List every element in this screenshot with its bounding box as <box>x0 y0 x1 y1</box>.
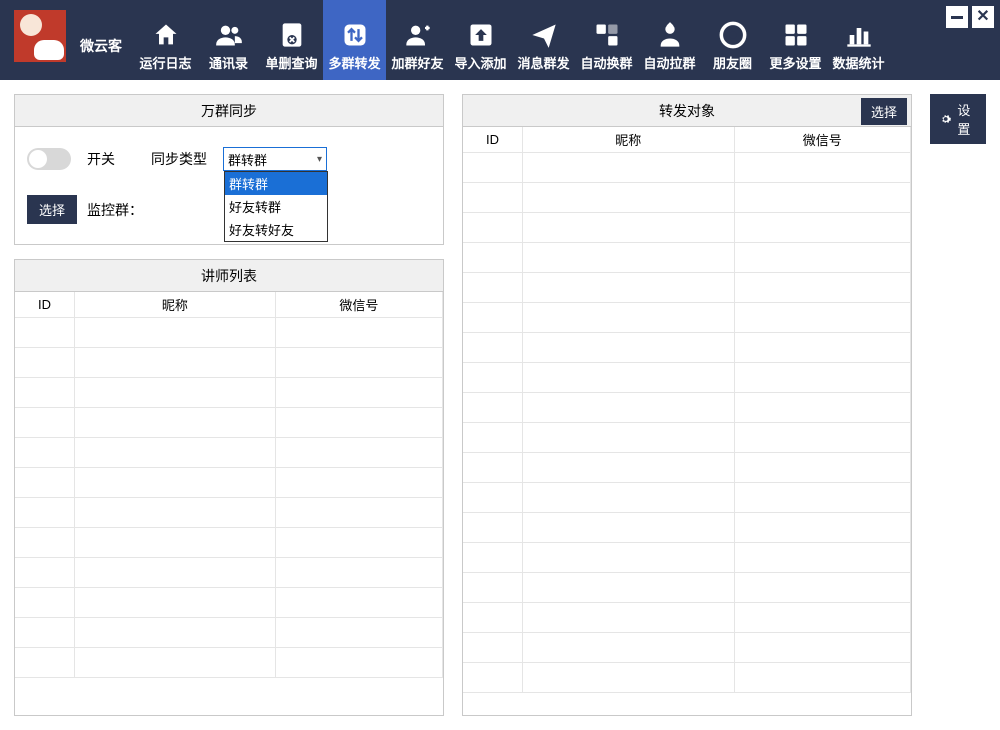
table-row[interactable] <box>463 333 911 363</box>
more-icon <box>782 21 810 49</box>
table-row[interactable] <box>15 618 443 648</box>
table-row[interactable] <box>15 318 443 348</box>
table-row[interactable] <box>463 573 911 603</box>
table-row[interactable] <box>15 408 443 438</box>
doc-x-icon <box>278 21 306 49</box>
table-row[interactable] <box>15 468 443 498</box>
contacts-icon <box>215 21 243 49</box>
table-row[interactable] <box>15 528 443 558</box>
nav-import-add[interactable]: 导入添加 <box>449 0 512 80</box>
add-friend-icon <box>404 21 432 49</box>
table-row[interactable] <box>15 648 443 678</box>
table-row[interactable] <box>463 273 911 303</box>
stats-icon <box>845 21 873 49</box>
table-row[interactable] <box>463 513 911 543</box>
monitor-select-button[interactable]: 选择 <box>27 195 77 224</box>
table-row[interactable] <box>15 378 443 408</box>
table-row[interactable] <box>463 543 911 573</box>
table-row[interactable] <box>463 243 911 273</box>
lecturer-panel-title: 讲师列表 <box>15 260 443 292</box>
monitor-group-label: 监控群： <box>87 200 143 220</box>
table-row[interactable] <box>463 393 911 423</box>
forward-col-id[interactable]: ID <box>463 127 523 152</box>
nav-run-log[interactable]: 运行日志 <box>134 0 197 80</box>
table-row[interactable] <box>463 423 911 453</box>
table-row[interactable] <box>463 483 911 513</box>
sync-type-option-0[interactable]: 群转群 <box>225 172 327 195</box>
main-body: 万群同步 开关 同步类型 群转群 ▾ 群转群 好友转群 好友转好友 <box>0 80 1000 730</box>
table-row[interactable] <box>15 558 443 588</box>
window-controls: ✕ <box>946 6 994 28</box>
sync-panel: 万群同步 开关 同步类型 群转群 ▾ 群转群 好友转群 好友转好友 <box>14 94 444 245</box>
table-row[interactable] <box>15 348 443 378</box>
gear-icon <box>940 111 951 127</box>
swap-icon <box>593 21 621 49</box>
forward-table-body <box>463 153 911 715</box>
moments-icon <box>719 21 747 49</box>
nav-auto-pull-group[interactable]: 自动拉群 <box>638 0 701 80</box>
nav-multi-forward[interactable]: 多群转发 <box>323 0 386 80</box>
home-icon <box>152 21 180 49</box>
nav-data-stats[interactable]: 数据统计 <box>827 0 890 80</box>
nav-msg-broadcast[interactable]: 消息群发 <box>512 0 575 80</box>
forward-col-wx[interactable]: 微信号 <box>735 127 911 152</box>
lecturer-col-nick[interactable]: 昵称 <box>75 292 276 317</box>
table-row[interactable] <box>463 183 911 213</box>
sync-type-select[interactable]: 群转群 ▾ <box>223 147 327 171</box>
lecturer-panel: 讲师列表 ID 昵称 微信号 <box>14 259 444 716</box>
table-row[interactable] <box>463 363 911 393</box>
forward-col-nick[interactable]: 昵称 <box>523 127 735 152</box>
nav-contacts[interactable]: 通讯录 <box>197 0 260 80</box>
multi-forward-icon <box>341 21 369 49</box>
sync-toggle[interactable] <box>27 148 71 170</box>
table-row[interactable] <box>15 588 443 618</box>
table-row[interactable] <box>463 603 911 633</box>
sync-type-option-1[interactable]: 好友转群 <box>225 195 327 218</box>
switch-label: 开关 <box>87 149 115 169</box>
table-row[interactable] <box>463 633 911 663</box>
lecturer-table: ID 昵称 微信号 <box>15 292 443 715</box>
chevron-down-icon: ▾ <box>317 154 322 165</box>
sync-panel-title: 万群同步 <box>15 95 443 127</box>
nav-more-settings[interactable]: 更多设置 <box>764 0 827 80</box>
app-name: 微云客 <box>80 36 122 56</box>
nav-add-group-friend[interactable]: 加群好友 <box>386 0 449 80</box>
nav-moments[interactable]: 朋友圈 <box>701 0 764 80</box>
forward-panel-title: 转发对象 <box>659 101 715 121</box>
table-row[interactable] <box>463 663 911 693</box>
nav-single-del-query[interactable]: 单删查询 <box>260 0 323 80</box>
sync-type-value: 群转群 <box>228 150 267 169</box>
nav-auto-swap-group[interactable]: 自动换群 <box>575 0 638 80</box>
lecturer-col-wx[interactable]: 微信号 <box>276 292 443 317</box>
sync-type-dropdown: 群转群 好友转群 好友转好友 <box>224 171 328 242</box>
title-bar: 微云客 运行日志 通讯录 单删查询 多群转发 加群好友 导入添加 消息群发 <box>0 0 1000 80</box>
sync-type-option-2[interactable]: 好友转好友 <box>225 218 327 241</box>
table-row[interactable] <box>15 438 443 468</box>
lecturer-col-id[interactable]: ID <box>15 292 75 317</box>
table-row[interactable] <box>463 453 911 483</box>
table-row[interactable] <box>463 153 911 183</box>
forward-select-button[interactable]: 选择 <box>861 98 907 125</box>
lecturer-table-body <box>15 318 443 715</box>
pull-icon <box>656 21 684 49</box>
settings-button[interactable]: 设置 <box>930 94 986 144</box>
forward-table: ID 昵称 微信号 <box>463 127 911 715</box>
main-nav: 运行日志 通讯录 单删查询 多群转发 加群好友 导入添加 消息群发 自动换群 <box>134 0 890 80</box>
forward-panel: 转发对象 选择 ID 昵称 微信号 <box>462 94 912 716</box>
close-button[interactable]: ✕ <box>972 6 994 28</box>
table-row[interactable] <box>463 303 911 333</box>
table-row[interactable] <box>463 213 911 243</box>
sync-type-label: 同步类型 <box>151 149 207 169</box>
minimize-button[interactable] <box>946 6 968 28</box>
settings-label: 设置 <box>957 100 976 138</box>
avatar <box>14 10 66 62</box>
table-row[interactable] <box>15 498 443 528</box>
send-icon <box>530 21 558 49</box>
import-icon <box>467 21 495 49</box>
